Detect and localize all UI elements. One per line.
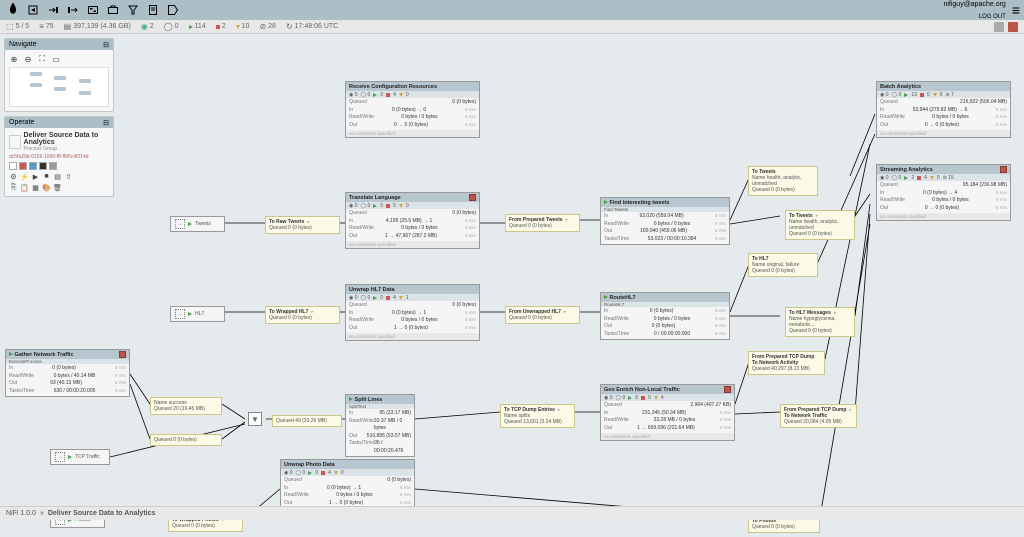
birdseye-view[interactable]	[9, 67, 109, 107]
operate-title: Operate	[9, 119, 34, 126]
color-gray[interactable]	[49, 162, 57, 170]
status-bar: ⬚5 / 5 ≡75 ▤397,139 (4.36 GB) ◉2 ◯0 114 …	[0, 20, 1024, 34]
zoom-fit-icon[interactable]: ⛶	[37, 54, 47, 64]
conn-q49[interactable]: Queued 49 (33.26 MB)	[272, 415, 342, 427]
processor-receive-config[interactable]: Receive Configuration Resources ◉ 0◯ 004…	[345, 81, 480, 138]
bulletin-icon[interactable]	[119, 351, 126, 358]
zoom-in-icon[interactable]: ⊕	[9, 54, 19, 64]
enable-icon[interactable]: ⚡	[20, 172, 29, 181]
port-hl7[interactable]: →HL7	[170, 306, 225, 322]
threads-icon: ≡	[39, 22, 44, 31]
nifi-logo-icon	[4, 1, 22, 19]
color-red[interactable]	[19, 162, 27, 170]
copy-icon[interactable]: ⎘	[9, 183, 18, 192]
conn-tcp-dump[interactable]: To TCP Dump Entries▸Name splitsQueued 13…	[500, 404, 575, 428]
template-icon[interactable]: ▤	[53, 172, 62, 181]
processor-geo-enrich[interactable]: Geo Enrich Non-Local Traffic ◉ 0◯ 0604 Q…	[600, 384, 735, 441]
pg-name: Deliver Source Data to Analytics	[24, 132, 109, 146]
template-icon[interactable]	[144, 2, 162, 18]
cluster-icon: ⬚	[6, 22, 14, 31]
group-icon[interactable]: ▦	[31, 183, 40, 192]
funnel-icon[interactable]	[124, 2, 142, 18]
bulletin-icon[interactable]	[469, 194, 476, 201]
delete-icon[interactable]: 🗑	[53, 183, 62, 192]
breadcrumb: NiFi 1.0.0 » Deliver Source Data to Anal…	[0, 506, 1024, 520]
bulletin-icon[interactable]	[1000, 166, 1007, 173]
input-port-icon[interactable]	[44, 2, 62, 18]
processor-streaming-analytics[interactable]: Streaming Analytics ◉ 0◯ 0240⊘ 15 Queued…	[876, 164, 1011, 221]
conn-q0[interactable]: Queued 0 (0 bytes)	[150, 434, 222, 446]
conn-prepared-tweets[interactable]: From Prepared Tweets▸Queued 0 (0 bytes)	[505, 214, 580, 232]
conn-success[interactable]: Name successQueued 20 (16.45 MB)	[150, 397, 222, 415]
queued-icon: ▤	[64, 22, 72, 31]
running-icon	[189, 25, 193, 29]
conn-hl7-messages[interactable]: To HL7 Messages▸Name hypoglycemia, metab…	[785, 307, 855, 337]
conn-unwrapped-hl7[interactable]: From Unwrapped HL7▸Queued 0 (0 bytes)	[505, 306, 580, 324]
user-label: nifiguy@apache.org	[943, 1, 1005, 8]
pg-type: Process Group	[24, 146, 109, 152]
port-tweets[interactable]: →Tweets	[170, 216, 225, 232]
bulletin-icon[interactable]	[1008, 22, 1018, 32]
processor-icon[interactable]	[24, 2, 42, 18]
conn-from-prep-tcp[interactable]: From Prepared TCP DumpTo Network Activit…	[748, 351, 825, 375]
conn-to-tweets2[interactable]: To Tweets▸Name health, analytic, unmatch…	[785, 210, 855, 240]
processor-route-hl7[interactable]: RouteHL7 RouteHL7 In0 (0 bytes)5 min Rea…	[600, 292, 730, 340]
toolbar: nifiguy@apache.org LOG OUT ≡	[0, 0, 1024, 20]
conn-wrapped-hl7[interactable]: To Wrapped HL7▸Queued 0 (0 bytes)	[265, 306, 340, 324]
remote-process-group-icon[interactable]	[104, 2, 122, 18]
transmitting-icon: ◉	[141, 22, 148, 31]
stop-icon[interactable]: ■	[42, 172, 51, 181]
breadcrumb-root[interactable]: NiFi 1.0.0	[6, 510, 36, 517]
conn-raw-tweets[interactable]: To Raw Tweets▸Queued 0 (0 bytes)	[265, 216, 340, 234]
search-icon[interactable]	[994, 22, 1004, 32]
port-tcp-traffic[interactable]: →TCP Traffic	[50, 449, 110, 465]
processor-unwrap-hl7[interactable]: Unwrap HL7 Data ◉ 0◯ 0041 Queued0 (0 byt…	[345, 284, 480, 341]
process-group-icon	[9, 135, 21, 149]
label-icon[interactable]	[164, 2, 182, 18]
logout-link[interactable]: LOG OUT	[979, 14, 1006, 20]
navigate-title: Navigate	[9, 41, 37, 48]
process-group-icon[interactable]	[84, 2, 102, 18]
processor-batch-analytics[interactable]: Batch Analytics ◉ 0◯ 01300⊘ 7 Queued216,…	[876, 81, 1011, 138]
conn-to-hl7[interactable]: To HL7Name original, failureQueued 0 (0 …	[748, 253, 818, 277]
color-icon[interactable]: 🎨	[42, 183, 51, 192]
bulletin-icon[interactable]	[724, 386, 731, 393]
color-white[interactable]	[9, 162, 17, 170]
settings-icon[interactable]: ⚙	[9, 172, 18, 181]
operate-panel: Operate ⊟ Deliver Source Data to Analytic…	[4, 116, 114, 197]
menu-icon[interactable]: ≡	[1012, 3, 1020, 17]
disabled-icon: ⊘	[259, 22, 266, 31]
breadcrumb-current[interactable]: Deliver Source Data to Analytics	[48, 510, 156, 517]
conn-from-prep-tcp2[interactable]: From Prepared TCP Dump▸To Network Traffi…	[780, 404, 857, 428]
paste-icon[interactable]: 📋	[20, 183, 29, 192]
upload-icon[interactable]: ⇧	[64, 172, 73, 181]
refresh-icon: ↻	[286, 22, 293, 31]
flow-canvas[interactable]: Receive Configuration Resources ◉ 0◯ 004…	[0, 34, 1024, 520]
zoom-out-icon[interactable]: ⊖	[23, 54, 33, 64]
collapse-icon[interactable]: ⊟	[103, 41, 109, 49]
processor-find-interesting-tweets[interactable]: Find interesting tweets Find Tweets In93…	[600, 197, 730, 245]
processor-gather-network-traffic[interactable]: Gather Network Traffic ExecuteProcess In…	[5, 349, 130, 397]
stopped-icon	[216, 25, 220, 29]
conn-to-tweets1[interactable]: To TweetsName health, analytic, unmatche…	[748, 166, 818, 196]
invalid-icon	[236, 25, 240, 29]
navigate-panel: Navigate ⊟ ⊕ ⊖ ⛶ ▭	[4, 38, 114, 112]
funnel-1[interactable]: ▼	[248, 412, 262, 426]
color-blue[interactable]	[29, 162, 37, 170]
processor-split-lines[interactable]: Split Lines SplitText In95 (33.17 MB) Re…	[345, 394, 415, 457]
color-black[interactable]	[39, 162, 47, 170]
processor-translate-language[interactable]: Translate Language ◉ 0◯ 0050 Queued0 (0 …	[345, 192, 480, 249]
pg-uuid: dc5fa29d-0156-1000-fff-ff95c4f214d	[9, 154, 109, 160]
not-transmitting-icon: ◯	[164, 22, 173, 31]
connections-layer	[0, 34, 1024, 520]
collapse-icon[interactable]: ⊟	[103, 119, 109, 127]
output-port-icon[interactable]	[64, 2, 82, 18]
start-icon[interactable]: ▶	[31, 172, 40, 181]
zoom-actual-icon[interactable]: ▭	[51, 54, 61, 64]
